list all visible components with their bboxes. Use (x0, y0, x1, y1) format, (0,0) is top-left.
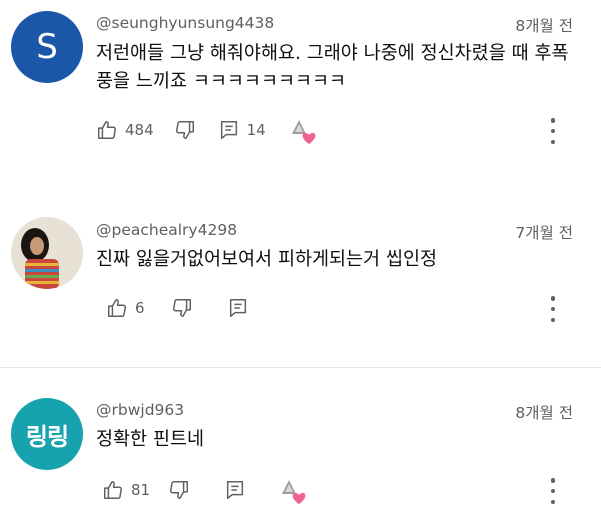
like-count: 6 (135, 299, 145, 317)
comment-author-handle[interactable]: @peachealry4298 (96, 221, 237, 239)
more-vert-icon (550, 296, 556, 322)
avatar[interactable] (11, 217, 83, 289)
avatar[interactable]: 링링 (11, 398, 83, 470)
comment-actions: 484 14 (96, 116, 316, 144)
comment-3: 링링 @rbwjd963 8개월 전 정확한 핀트네 81 (0, 370, 601, 516)
dislike-button[interactable] (171, 294, 193, 322)
avatar-letter: S (36, 27, 58, 67)
like-count: 81 (131, 481, 151, 499)
comment-text: 저런애들 그냥 해줘야해요. 그래야 나중에 정신차렸을 때 후폭풍을 느끼죠 … (96, 43, 569, 92)
thumbs-up-icon (96, 119, 118, 141)
comment-text: 진짜 잃을거없어보여서 피하게되는거 씹인정 (96, 249, 438, 270)
comment-timestamp: 7개월 전 (515, 224, 573, 242)
comment-timestamp: 8개월 전 (515, 404, 573, 422)
dislike-button[interactable] (174, 116, 196, 144)
more-options-button[interactable] (549, 118, 557, 144)
thumbs-down-icon (168, 479, 190, 501)
thumbs-down-icon (174, 119, 196, 141)
creator-heart-icon (290, 118, 316, 144)
like-count: 484 (125, 121, 154, 139)
reply-count: 14 (246, 121, 266, 139)
reply-button[interactable] (227, 294, 249, 322)
comment-bubble-icon (224, 479, 246, 501)
reply-button[interactable] (224, 476, 246, 504)
thumbs-up-icon (102, 479, 124, 501)
like-button[interactable]: 484 (96, 116, 154, 144)
reply-button[interactable]: 14 (218, 116, 266, 144)
creator-heart-icon (280, 478, 306, 504)
thumbs-up-icon (106, 297, 128, 319)
comment-actions: 81 (102, 476, 306, 504)
more-options-button[interactable] (549, 478, 557, 504)
comment-2: @peachealry4298 7개월 전 진짜 잃을거없어보여서 피하게되는거… (0, 190, 601, 360)
more-options-button[interactable] (549, 296, 557, 322)
avatar[interactable]: S (11, 11, 83, 83)
creator-heart (280, 476, 306, 504)
comment-divider (0, 367, 601, 368)
comment-actions: 6 (106, 294, 249, 322)
comment-author-handle[interactable]: @rbwjd963 (96, 401, 184, 419)
more-vert-icon (550, 118, 556, 144)
dislike-button[interactable] (168, 476, 190, 504)
thumbs-down-icon (171, 297, 193, 319)
like-button[interactable]: 81 (102, 476, 150, 504)
comment-1: S @seunghyunsung4438 8개월 전 저런애들 그냥 해줘야해요… (0, 0, 601, 170)
creator-heart (290, 116, 316, 144)
comment-bubble-icon (218, 119, 240, 141)
comment-timestamp: 8개월 전 (515, 17, 573, 35)
comment-text: 정확한 핀트네 (96, 429, 205, 450)
like-button[interactable]: 6 (106, 294, 145, 322)
avatar-text: 링링 (25, 422, 69, 451)
comment-bubble-icon (227, 297, 249, 319)
comment-author-handle[interactable]: @seunghyunsung4438 (96, 14, 274, 32)
more-vert-icon (550, 478, 556, 504)
avatar-photo (11, 217, 83, 289)
